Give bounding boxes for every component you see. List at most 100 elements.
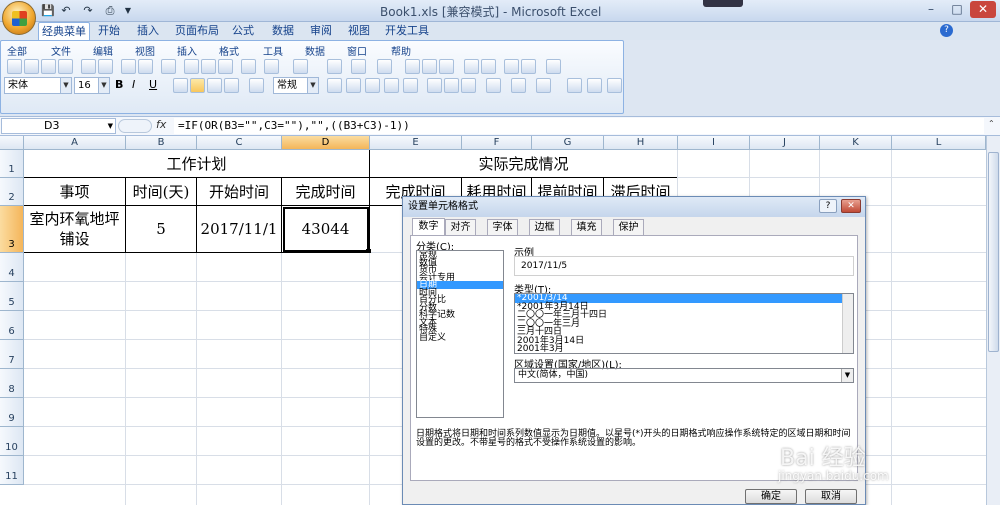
row-header-8[interactable]: 8 bbox=[0, 369, 24, 398]
redo-icon[interactable]: ↷ bbox=[80, 3, 96, 18]
cell-d2[interactable]: 完成时间 bbox=[282, 178, 370, 206]
ok-button[interactable]: 确定 bbox=[745, 489, 797, 504]
paste-icon[interactable] bbox=[218, 59, 233, 74]
name-box[interactable]: D3 ▼ bbox=[1, 118, 116, 134]
align-center-icon[interactable] bbox=[190, 78, 205, 93]
dialog-close-button[interactable]: ✕ bbox=[841, 199, 861, 213]
row-header-1[interactable]: 1 bbox=[0, 150, 24, 178]
font-size-select[interactable]: 16 ▼ bbox=[74, 77, 110, 94]
type-list-scrollbar[interactable] bbox=[842, 294, 853, 353]
column-header-j[interactable]: J bbox=[750, 136, 820, 150]
align-right-icon[interactable] bbox=[207, 78, 222, 93]
bold-button[interactable]: B bbox=[115, 78, 123, 91]
type-list[interactable]: *2001/3/14 *2001年3月14日 二〇〇一年三月十四日 二〇〇一年三… bbox=[514, 293, 854, 354]
spelling-icon[interactable] bbox=[138, 59, 153, 74]
drawing-icon[interactable] bbox=[521, 59, 536, 74]
chart-icon[interactable] bbox=[464, 59, 479, 74]
align-left-icon[interactable] bbox=[173, 78, 188, 93]
tab-data[interactable]: 数据 bbox=[268, 22, 298, 40]
vertical-scrollbar[interactable] bbox=[986, 136, 1000, 505]
research-icon[interactable] bbox=[161, 59, 176, 74]
maximize-button[interactable]: □ bbox=[944, 1, 970, 18]
tab-developer[interactable]: 开发工具 bbox=[384, 22, 430, 40]
row-header-10[interactable]: 10 bbox=[0, 427, 24, 456]
save-icon[interactable]: 💾 bbox=[40, 3, 56, 18]
tab-insert[interactable]: 插入 bbox=[133, 22, 163, 40]
increase-indent-icon[interactable] bbox=[444, 78, 459, 93]
menu-all[interactable]: 全部 bbox=[7, 43, 27, 58]
font-color-icon[interactable] bbox=[536, 78, 551, 93]
row-header-4[interactable]: 4 bbox=[0, 253, 24, 282]
tab-fill[interactable]: 填充 bbox=[571, 219, 602, 235]
tab-view[interactable]: 视图 bbox=[344, 22, 374, 40]
column-header-i[interactable]: I bbox=[678, 136, 750, 150]
merged-header-plan[interactable]: 工作计划 bbox=[24, 150, 370, 178]
scrollbar-thumb[interactable] bbox=[988, 152, 999, 352]
close-button[interactable]: ✕ bbox=[970, 1, 996, 18]
row-header-7[interactable]: 7 bbox=[0, 340, 24, 369]
tab-page-layout[interactable]: 页面布局 bbox=[172, 22, 222, 40]
select-all-corner[interactable] bbox=[0, 136, 24, 150]
list-item[interactable]: 2001年3月14日 bbox=[515, 336, 853, 346]
list-item[interactable]: 二〇〇一年三月 bbox=[515, 319, 853, 329]
font-name-select[interactable]: 宋体 ▼ bbox=[4, 77, 72, 94]
tab-alignment[interactable]: 对齐 bbox=[445, 219, 476, 235]
dialog-help-button[interactable]: ? bbox=[819, 199, 837, 213]
redo-toolbar-icon[interactable] bbox=[293, 59, 308, 74]
row-header-3[interactable]: 3 bbox=[0, 206, 24, 253]
hyperlink-icon[interactable] bbox=[327, 59, 342, 74]
menu-format[interactable]: 格式 bbox=[219, 43, 239, 58]
borders-icon[interactable] bbox=[486, 78, 501, 93]
list-item[interactable]: 自定义 bbox=[417, 333, 503, 341]
comma-style-icon[interactable] bbox=[365, 78, 380, 93]
decrease-decimal-icon[interactable] bbox=[403, 78, 418, 93]
cell-c3[interactable]: 2017/11/1 bbox=[197, 206, 282, 253]
cell-b3[interactable]: 5 bbox=[126, 206, 197, 253]
menu-data[interactable]: 数据 bbox=[305, 43, 325, 58]
cut-icon[interactable] bbox=[184, 59, 199, 74]
number-format-select[interactable]: 常规 ▼ bbox=[273, 77, 319, 94]
currency-icon[interactable] bbox=[327, 78, 342, 93]
undo-toolbar-icon[interactable] bbox=[264, 59, 279, 74]
office-button[interactable] bbox=[2, 1, 36, 35]
customize-qat-icon[interactable]: ▼ bbox=[120, 3, 136, 18]
formula-bar-slider[interactable] bbox=[118, 119, 152, 133]
insert-function-button[interactable]: fx bbox=[156, 118, 166, 131]
column-header-h[interactable]: H bbox=[604, 136, 678, 150]
category-list[interactable]: 常规 数值 货币 会计专用 日期 时间 百分比 分数 科学记数 文本 特殊 自定… bbox=[416, 250, 504, 418]
cell-d3-active[interactable]: 43044 bbox=[282, 206, 370, 253]
tab-font[interactable]: 字体 bbox=[487, 219, 518, 235]
increase-decimal-icon[interactable] bbox=[384, 78, 399, 93]
menu-window[interactable]: 窗口 bbox=[347, 43, 367, 58]
zoom-icon[interactable] bbox=[546, 59, 561, 74]
format-painter-icon[interactable] bbox=[241, 59, 256, 74]
menu-view[interactable]: 视图 bbox=[135, 43, 155, 58]
tab-review[interactable]: 审阅 bbox=[306, 22, 336, 40]
merge-center-icon[interactable] bbox=[249, 78, 264, 93]
table-icon[interactable] bbox=[504, 59, 519, 74]
help-toolbar-icon[interactable] bbox=[607, 78, 622, 93]
row-header-5[interactable]: 5 bbox=[0, 282, 24, 311]
help-icon[interactable]: ? bbox=[940, 24, 953, 37]
row-header-2[interactable]: 2 bbox=[0, 178, 24, 206]
list-item[interactable]: 2001年3月 bbox=[515, 345, 853, 353]
row-header-6[interactable]: 6 bbox=[0, 311, 24, 340]
minimize-button[interactable]: – bbox=[918, 1, 944, 18]
undo-icon[interactable]: ↶ bbox=[58, 3, 74, 18]
permission-icon[interactable] bbox=[58, 59, 73, 74]
locale-select[interactable]: 中文(简体，中国) ▼ bbox=[514, 368, 854, 383]
find-icon[interactable] bbox=[587, 78, 602, 93]
column-header-d[interactable]: D bbox=[282, 136, 370, 150]
cell-a2[interactable]: 事项 bbox=[24, 178, 126, 206]
cell-c2[interactable]: 开始时间 bbox=[197, 178, 282, 206]
copy-icon[interactable] bbox=[201, 59, 216, 74]
print-preview-icon[interactable] bbox=[121, 59, 136, 74]
column-header-a[interactable]: A bbox=[24, 136, 126, 150]
autosum-icon[interactable] bbox=[351, 59, 366, 74]
expand-formula-icon[interactable]: ⌃ bbox=[988, 119, 995, 128]
cell-a3[interactable]: 室内环氧地坪铺设 bbox=[24, 206, 126, 253]
menu-help[interactable]: 帮助 bbox=[391, 43, 411, 58]
new-icon[interactable] bbox=[7, 59, 22, 74]
tab-home[interactable]: 开始 bbox=[94, 22, 124, 40]
tab-number[interactable]: 数字 bbox=[412, 218, 445, 236]
